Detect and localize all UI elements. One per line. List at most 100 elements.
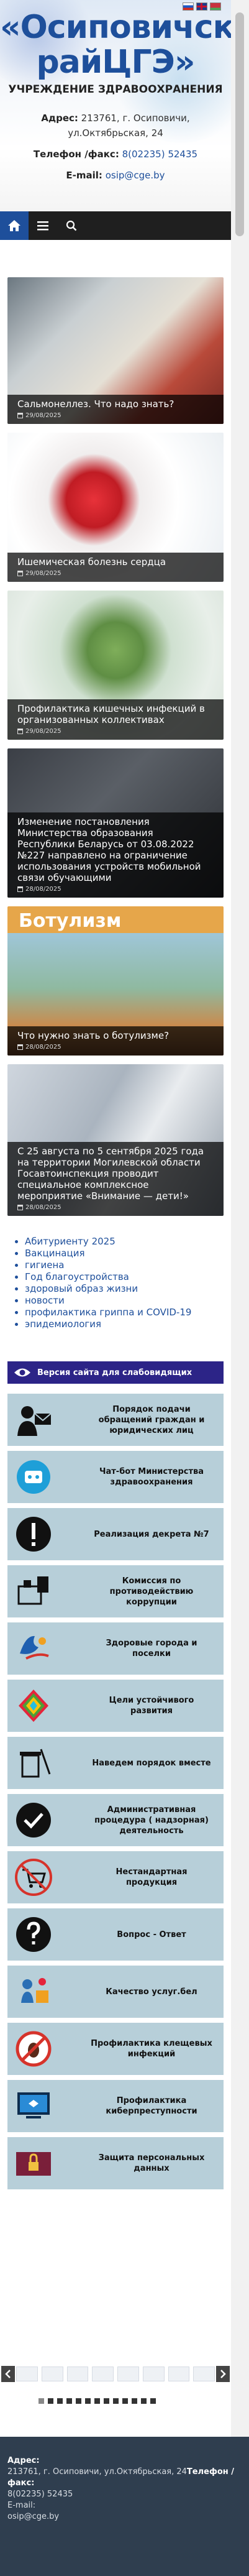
partner-logo[interactable] [117,2367,139,2381]
carousel-dot[interactable] [85,2398,91,2404]
banner-label: Комиссия по противодействию коррупции [109,1576,194,1607]
news-title[interactable]: Что нужно знать о ботулизме? [17,1030,214,1041]
news-caption: Что нужно знать о ботулизме? 28/08/2025 [7,1026,224,1056]
news-card[interactable]: Сальмонеллез. Что надо знать? 29/08/2025 [7,277,224,424]
partner-logo[interactable] [66,2367,89,2381]
banner-label: Качество услуг.бел [106,1987,197,1997]
phone-label: Телефон /факс: [33,149,119,160]
category-link[interactable]: профилактика гриппа и COVID-19 [25,1307,191,1318]
news-caption: Изменение постановления Министерства обр… [7,812,224,898]
carousel-dot[interactable] [132,2398,137,2404]
news-card[interactable]: Ишемическая болезнь сердца 29/08/2025 [7,433,224,582]
carousel-dot[interactable] [66,2398,72,2404]
banner-faq[interactable]: Вопрос - Ответ [7,1908,224,1961]
footer-contacts: Адрес: 213761, г. Осиповичи, ул.Октябрьс… [7,2455,237,2523]
banner-healthy-cities[interactable]: Здоровые города и поселки [7,1622,224,1675]
category-link[interactable]: гигиена [25,1259,191,1271]
calendar-icon [17,1044,23,1050]
banner-label: Вопрос - Ответ [117,1930,186,1939]
address-label: Адрес: [41,113,78,124]
carousel-dot[interactable] [38,2398,44,2404]
news-title[interactable]: Ишемическая болезнь сердца [17,556,214,568]
partner-logo[interactable] [92,2367,114,2381]
banner-label: Профилактика киберпреступности [106,2096,197,2116]
banner-appeals[interactable]: Порядок подачи обращений граждан и юриди… [7,1394,224,1446]
news-date-text: 28/08/2025 [25,1204,61,1211]
banner-label: Порядок подачи обращений граждан и юриди… [98,1404,205,1435]
carousel-dot[interactable] [141,2398,147,2404]
news-card[interactable]: Профилактика кишечных инфекций в организ… [7,591,224,740]
news-date: 29/08/2025 [17,728,214,735]
scrollbar[interactable] [231,0,249,2437]
accessibility-label: Версия сайта для слабовидящих [37,1368,192,1378]
search-button[interactable] [57,211,86,240]
calendar-icon [17,413,23,418]
footer-phone-value[interactable]: 8(02235) 52435 [7,2489,237,2500]
partner-logo[interactable] [168,2367,190,2381]
news-card[interactable]: С 25 августа по 5 сентября 2025 года на … [7,1064,224,1216]
partner-logo[interactable] [41,2367,63,2381]
news-title[interactable]: Изменение постановления Министерства обр… [17,816,214,883]
partner-logo[interactable] [16,2367,38,2381]
banner-nonstandard-products[interactable]: Нестандартная продукция [7,1851,224,1903]
carousel-logos [16,2366,215,2382]
partner-logo[interactable] [142,2367,165,2381]
banner-label: Цели устойчивого развития [109,1696,194,1716]
carousel-next-button[interactable] [216,2366,230,2382]
email-link[interactable]: osip@cge.by [106,170,165,181]
carousel-dot[interactable] [122,2398,128,2404]
category-link[interactable]: Год благоустройства [25,1271,191,1283]
carousel-dot[interactable] [150,2398,156,2404]
news-caption: Ишемическая болезнь сердца 29/08/2025 [7,553,224,582]
home-button[interactable] [0,211,29,240]
carousel-dot[interactable] [48,2398,53,2404]
partner-logo[interactable] [193,2367,215,2381]
menu-button[interactable] [29,211,57,240]
category-link[interactable]: эпидемиология [25,1318,191,1330]
carousel-dot[interactable] [94,2398,100,2404]
address-value: 213761, г. Осиповичи, ул.Октябрьская, 24 [68,113,190,139]
botulism-image-label: Ботулизм [19,910,122,932]
clean-up-icon [11,1741,56,1785]
category-link[interactable]: Вакцинация [25,1248,191,1259]
email-label: E-mail: [66,170,102,181]
carousel-prev-button[interactable] [1,2366,15,2382]
category-link[interactable]: здоровый образ жизни [25,1283,191,1295]
banner-anticorruption[interactable]: Комиссия по противодействию коррупции [7,1565,224,1617]
news-card[interactable]: Ботулизм Что нужно знать о ботулизме? 28… [7,906,224,1056]
banner-personal-data[interactable]: Защита персональных данных [7,2137,224,2189]
news-caption: Сальмонеллез. Что надо знать? 29/08/2025 [7,395,224,424]
page: «Осиповичский райЦГЭ» УЧРЕЖДЕНИЕ ЗДРАВОО… [0,0,249,2576]
carousel-dot[interactable] [104,2398,109,2404]
home-icon [8,220,20,231]
footer-email-value[interactable]: osip@cge.by [7,2511,237,2523]
banner-decree[interactable]: Реализация декрета №7 [7,1508,224,1560]
news-date-text: 28/08/2025 [25,1044,61,1051]
news-card[interactable]: Изменение постановления Министерства обр… [7,748,224,898]
news-title[interactable]: Сальмонеллез. Что надо знать? [17,398,214,410]
main-navbar [0,211,231,240]
banner-chatbot[interactable]: Чат-бот Министерства здравоохранения [7,1451,224,1503]
news-title[interactable]: С 25 августа по 5 сентября 2025 года на … [17,1146,214,1202]
category-link[interactable]: новости [25,1295,191,1307]
banner-service-quality[interactable]: Качество услуг.бел [7,1966,224,2018]
header-contacts: Адрес: 213761, г. Осиповичи, ул.Октябрьс… [19,111,212,189]
eye-icon [14,1368,30,1377]
category-link[interactable]: Абитуриенту 2025 [25,1236,191,1248]
banner-supervision[interactable]: Административная процедура ( надзорная) … [7,1794,224,1846]
banner-clean-up[interactable]: Наведем порядок вместе [7,1737,224,1789]
calendar-icon [17,571,23,576]
banner-tick-infections[interactable]: Профилактика клещевых инфекций [7,2023,224,2075]
banner-sdg[interactable]: Цели устойчивого развития [7,1680,224,1732]
scrollbar-thumb[interactable] [235,12,244,236]
banner-label: Административная процедура ( надзорная) … [94,1805,209,1836]
banner-cybercrime[interactable]: Профилактика киберпреступности [7,2080,224,2132]
carousel-dot[interactable] [76,2398,81,2404]
tick-icon [11,2026,56,2071]
accessibility-version-button[interactable]: Версия сайта для слабовидящих [7,1361,224,1384]
news-title[interactable]: Профилактика кишечных инфекций в организ… [17,703,214,725]
phone-link[interactable]: 8(02235) 52435 [122,149,197,160]
site-title[interactable]: «Осиповичский райЦГЭ» [0,10,231,80]
carousel-dot[interactable] [113,2398,119,2404]
carousel-dot[interactable] [57,2398,63,2404]
